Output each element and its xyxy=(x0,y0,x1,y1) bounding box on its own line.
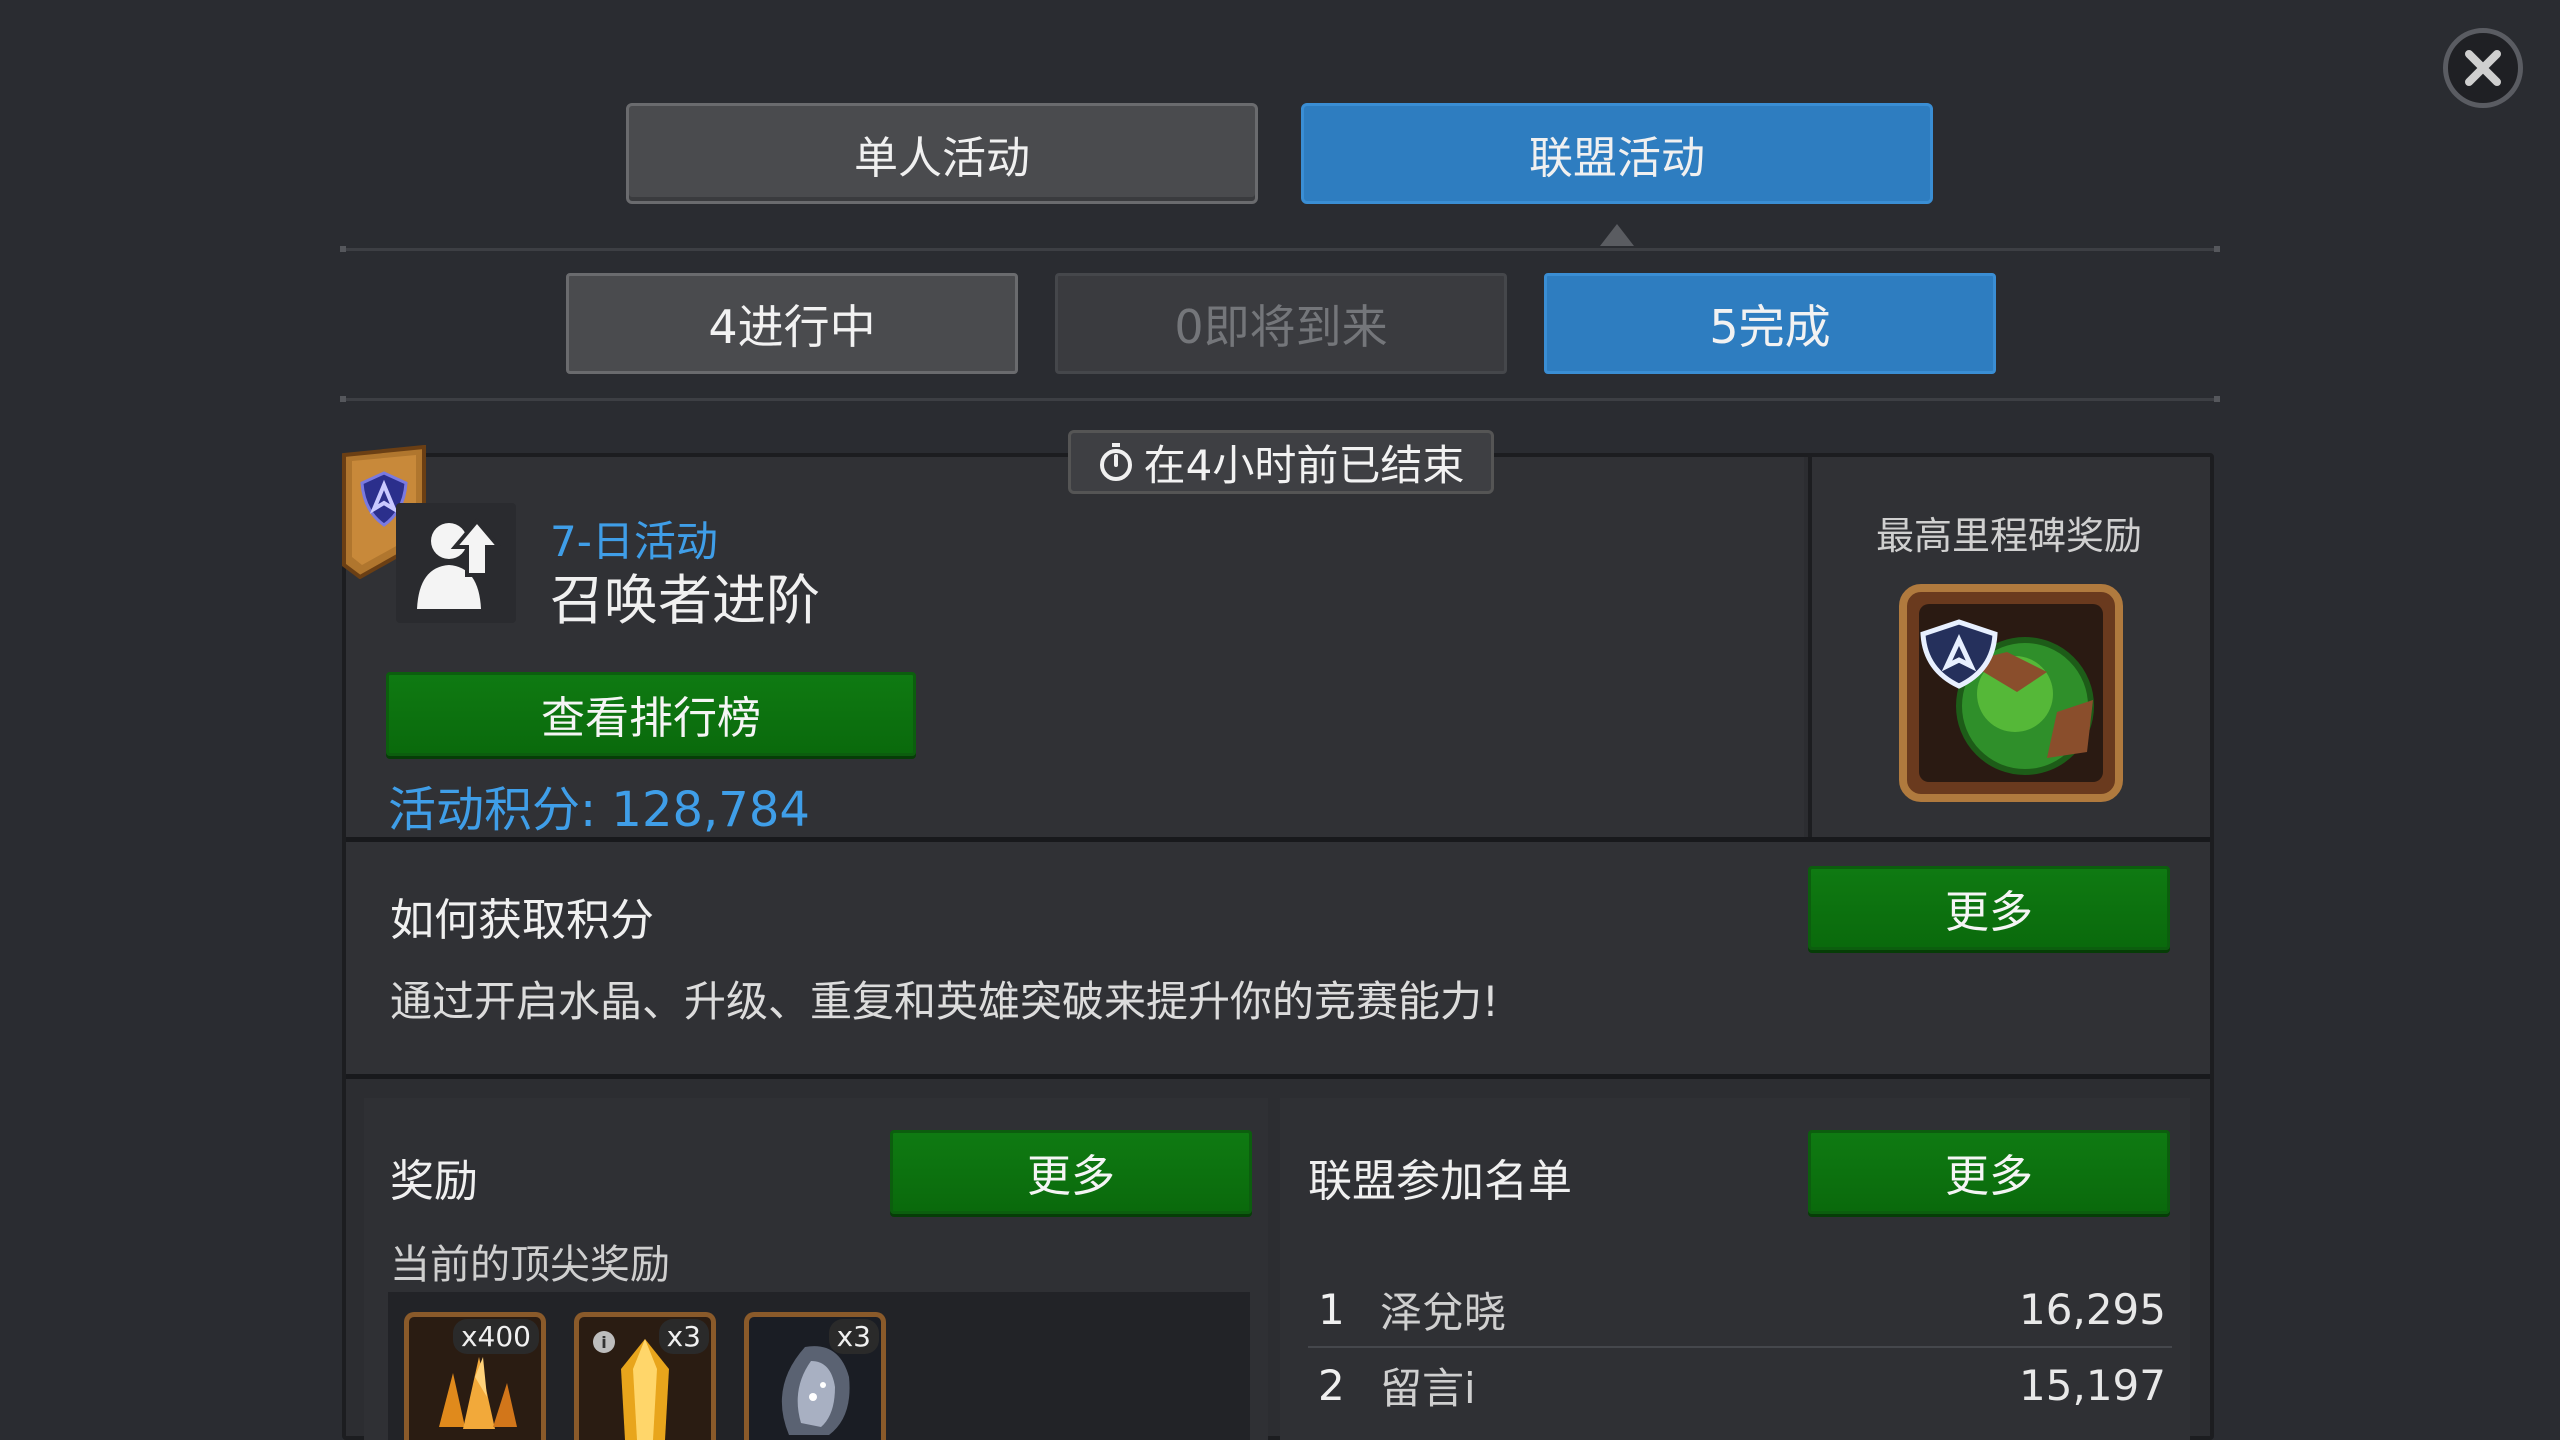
milestone-title: 最高里程碑奖励 xyxy=(1875,514,2142,558)
reward-item[interactable]: x400 xyxy=(404,1312,546,1440)
player-name: 留言i xyxy=(1380,1363,1476,1413)
how-to-earn-description: 通过开启水晶、升级、重复和英雄突破来提升你的竞赛能力! xyxy=(390,977,1499,1026)
top-rewards-label: 当前的顶尖奖励 xyxy=(390,1242,670,1288)
rewards-title: 奖励 xyxy=(390,1156,478,1207)
rank-number: 2 xyxy=(1318,1360,1345,1410)
tab-alliance-events[interactable]: 联盟活动 xyxy=(1301,103,1933,204)
reward-quantity: x3 xyxy=(658,1319,709,1354)
how-to-earn-more-button[interactable]: 更多 xyxy=(1808,866,2170,950)
player-points: 15,197 xyxy=(2019,1360,2166,1410)
alliance-participants-title: 联盟参加名单 xyxy=(1308,1156,1572,1207)
stopwatch-icon xyxy=(1099,443,1132,481)
event-ended-badge: 在4小时前已结束 xyxy=(1068,430,1494,494)
separator xyxy=(346,1074,2210,1079)
tab-solo-events[interactable]: 单人活动 xyxy=(626,103,1258,204)
active-tab-pointer xyxy=(1600,224,1634,246)
subtab-upcoming[interactable]: 0即将到来 xyxy=(1055,273,1507,374)
table-row[interactable]: 1 泽兌晓 16,295 xyxy=(1308,1272,2172,1346)
close-icon xyxy=(2465,50,2501,86)
reward-quantity: x3 xyxy=(828,1319,879,1354)
player-name: 泽兌晓 xyxy=(1380,1287,1507,1337)
view-leaderboard-button[interactable]: 查看排行榜 xyxy=(386,672,916,756)
divider xyxy=(340,396,2220,402)
reward-item[interactable]: x3 xyxy=(744,1312,886,1440)
event-score: 活动积分: 128,784 xyxy=(388,782,810,838)
subtab-completed[interactable]: 5完成 xyxy=(1544,273,1996,374)
close-button[interactable] xyxy=(2443,28,2523,108)
event-title: 召唤者进阶 xyxy=(550,569,820,632)
reward-quantity: x400 xyxy=(452,1319,539,1354)
milestone-reward-icon[interactable] xyxy=(1897,582,2125,804)
reward-item[interactable]: i x3 xyxy=(574,1312,716,1440)
info-icon[interactable]: i xyxy=(593,1331,615,1353)
player-points: 16,295 xyxy=(2019,1284,2166,1334)
table-row[interactable]: 2 留言i 15,197 xyxy=(1308,1348,2172,1422)
alliance-participants-more-button[interactable]: 更多 xyxy=(1808,1130,2170,1214)
rank-number: 1 xyxy=(1318,1284,1345,1334)
event-ended-text: 在4小时前已结束 xyxy=(1143,440,1465,490)
subtab-in-progress[interactable]: 4进行中 xyxy=(566,273,1018,374)
summoner-upgrade-icon xyxy=(417,517,501,609)
rewards-more-button[interactable]: 更多 xyxy=(890,1130,1252,1214)
how-to-earn-title: 如何获取积分 xyxy=(390,895,654,946)
divider xyxy=(340,246,2220,252)
event-icon xyxy=(396,503,516,623)
